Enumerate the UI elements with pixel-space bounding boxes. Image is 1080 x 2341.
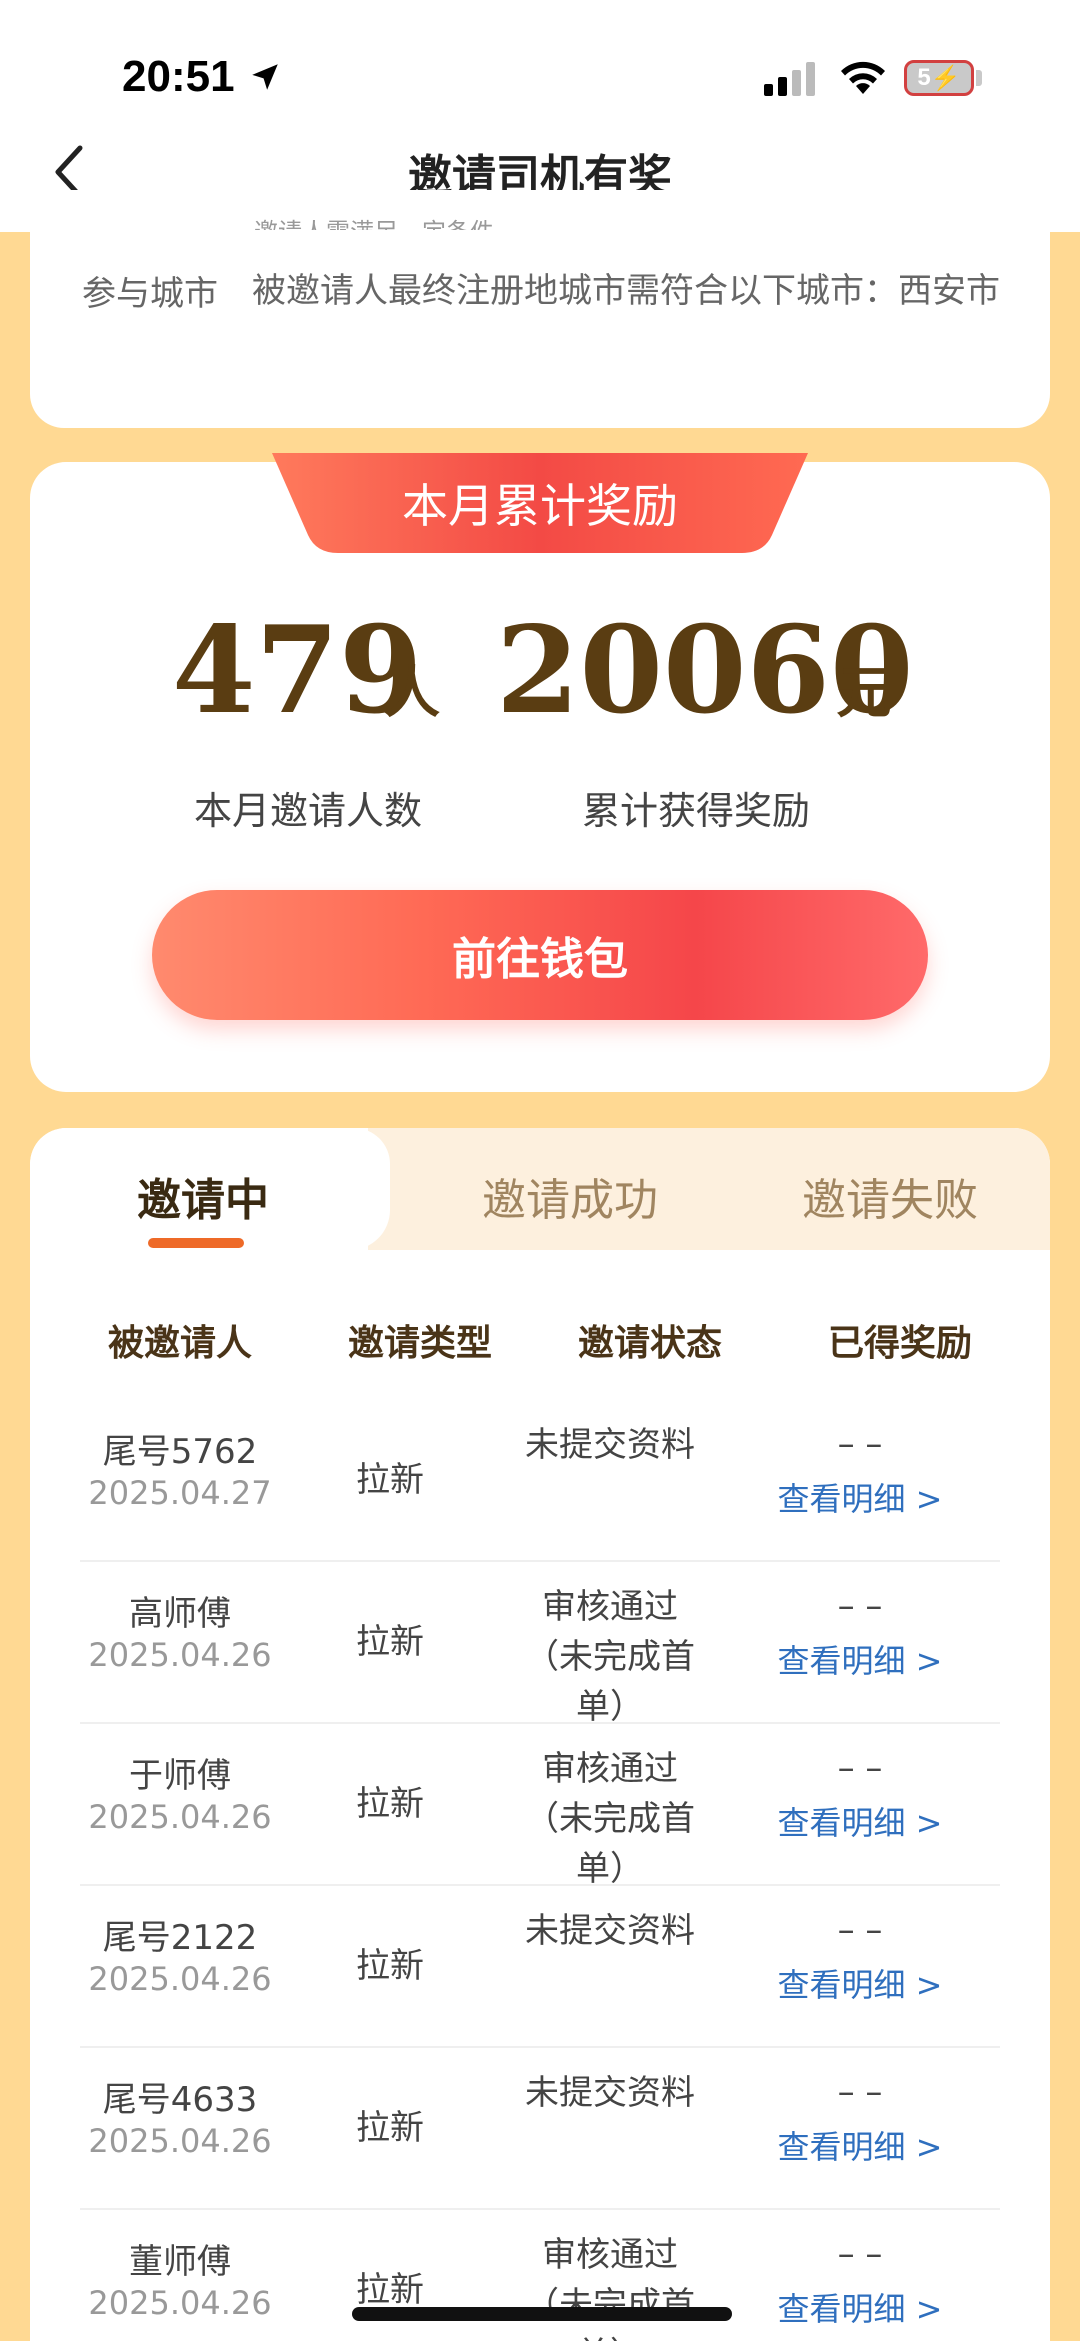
invite-unit: 人 [384, 661, 440, 726]
table-row[interactable]: 尾号2122 2025.04.26 拉新 未提交资料 – – 查看明细 > [80, 1886, 1000, 2048]
column-header-reward: 已得奖励 [827, 1323, 972, 1364]
invite-type: 拉新 [356, 1946, 424, 1986]
invite-type: 拉新 [356, 2270, 424, 2310]
earned-reward: – – [837, 1586, 883, 1626]
invite-type: 拉新 [356, 2108, 424, 2148]
invitee-name: 尾号4633 [102, 2080, 258, 2120]
invite-count-label: 本月邀请人数 [194, 789, 423, 833]
battery-level: 5 [917, 64, 931, 91]
rules-card: 邀请人需满足一定条件 参与城市 被邀请人最终注册地城市需符合以下城市：西安市 [30, 190, 1050, 428]
invitee-name: 董师傅 [129, 2242, 231, 2282]
column-header-status: 邀请状态 [577, 1323, 722, 1364]
wifi-icon [841, 61, 885, 94]
city-text: 被邀请人最终注册地城市需符合以下城市：西安市 [252, 271, 1000, 311]
go-to-wallet-button[interactable]: 前往钱包 [152, 890, 928, 1020]
invite-type: 拉新 [356, 1460, 424, 1500]
amount-unit: 元 [836, 661, 892, 726]
invite-status: 未提交资料 [525, 1425, 695, 1465]
view-details-link[interactable]: 查看明细 > [720, 1636, 1000, 1682]
earned-reward: – – [837, 2072, 883, 2112]
earned-reward: – – [837, 1748, 883, 1788]
battery-tip [976, 70, 982, 86]
home-indicator[interactable] [352, 2307, 732, 2321]
battery-indicator: 5 ⚡ [904, 60, 974, 96]
view-details-link[interactable]: 查看明细 > [720, 1960, 1000, 2006]
column-header-type: 邀请类型 [347, 1323, 492, 1364]
earned-reward: – – [837, 1910, 883, 1950]
invitee-name: 高师傅 [129, 1594, 231, 1634]
rules-clipped-line: 邀请人需满足一定条件 [254, 212, 554, 230]
table-row[interactable]: 于师傅 2025.04.26 拉新 审核通过（未完成首单） – – 查看明细 > [80, 1724, 1000, 1889]
reward-amount-label: 累计获得奖励 [582, 789, 811, 833]
invite-date: 2025.04.26 [88, 2284, 272, 2322]
cellular-signal-icon [764, 62, 815, 96]
table-row[interactable]: 尾号5762 2025.04.27 拉新 未提交资料 – – 查看明细 > [80, 1400, 1000, 1562]
tab-invite-success[interactable]: 邀请成功 [400, 1164, 740, 1228]
invite-status: 审核通过（未完成首单） [525, 2235, 695, 2341]
table-row[interactable]: 尾号4633 2025.04.26 拉新 未提交资料 – – 查看明细 > [80, 2048, 1000, 2210]
invite-date: 2025.04.26 [88, 1798, 272, 1836]
earned-reward: – – [837, 2234, 883, 2274]
column-header-invitee: 被邀请人 [107, 1323, 252, 1364]
city-label: 参与城市 [82, 274, 218, 314]
view-details-link[interactable]: 查看明细 > [720, 1798, 1000, 1844]
invite-list-card: 邀请中 邀请成功 邀请失败 被邀请人 邀请类型 邀请状态 已得奖励 尾号5762… [30, 1128, 1050, 2341]
invitee-name: 于师傅 [129, 1756, 231, 1796]
invite-status: 未提交资料 [525, 2073, 695, 2113]
reward-stats: 479 人 20060 元 [0, 600, 1080, 741]
invite-date: 2025.04.27 [88, 1474, 272, 1512]
invite-status: 审核通过（未完成首单） [525, 1749, 695, 1889]
active-tab-underline [148, 1238, 244, 1248]
status-time: 20:51 [122, 52, 235, 101]
invite-status: 审核通过（未完成首单） [525, 1587, 695, 1727]
tab-inviting[interactable]: 邀请中 [58, 1164, 348, 1228]
invite-status: 未提交资料 [525, 1911, 695, 1951]
ribbon-title: 本月累计奖励 [402, 479, 678, 533]
invite-date: 2025.04.26 [88, 1960, 272, 1998]
view-details-link[interactable]: 查看明细 > [720, 2122, 1000, 2168]
location-arrow-icon [252, 64, 278, 90]
table-row[interactable]: 高师傅 2025.04.26 拉新 审核通过（未完成首单） – – 查看明细 > [80, 1562, 1000, 1727]
tab-invite-failed[interactable]: 邀请失败 [740, 1164, 1040, 1228]
table-row[interactable]: 董师傅 2025.04.26 拉新 审核通过（未完成首单） – – 查看明细 > [80, 2210, 1000, 2341]
invitee-name: 尾号2122 [102, 1918, 258, 1958]
view-details-link[interactable]: 查看明细 > [720, 1474, 1000, 1520]
view-details-link[interactable]: 查看明细 > [720, 2284, 1000, 2330]
earned-reward: – – [837, 1424, 883, 1464]
invite-type: 拉新 [356, 1784, 424, 1824]
invite-date: 2025.04.26 [88, 2122, 272, 2160]
invitee-name: 尾号5762 [102, 1432, 258, 1472]
invite-date: 2025.04.26 [88, 1636, 272, 1674]
invite-type: 拉新 [356, 1622, 424, 1662]
